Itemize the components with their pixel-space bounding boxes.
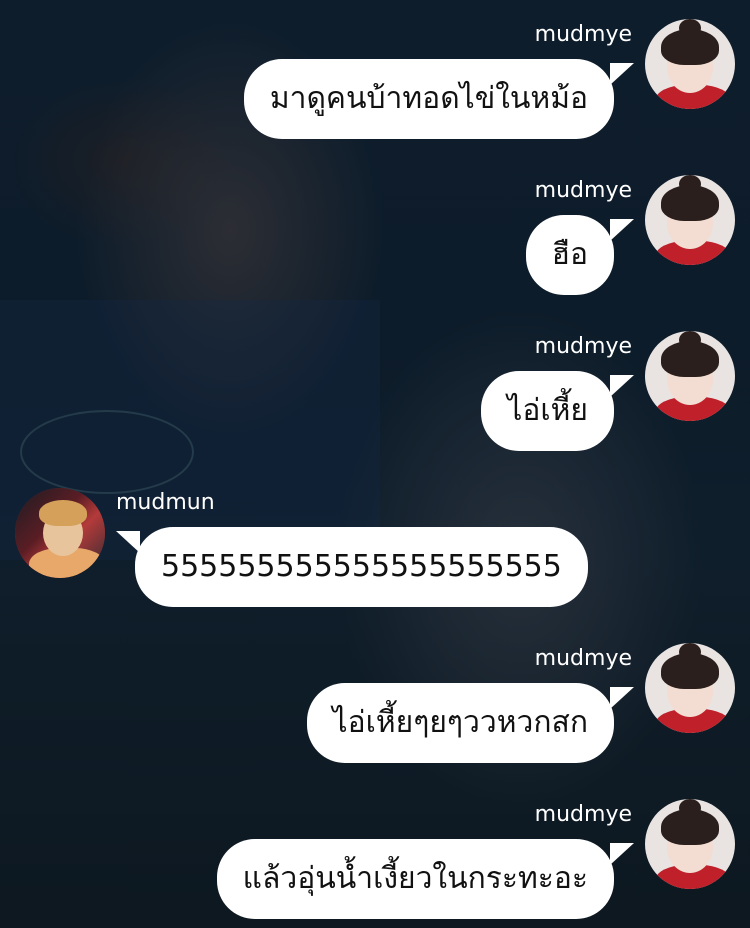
avatar[interactable]: [15, 488, 105, 578]
bubble-tail: [610, 63, 634, 85]
sender-name: mudmun: [116, 490, 215, 515]
sender-name: mudmye: [534, 178, 632, 203]
background-photo: [0, 0, 750, 928]
avatar[interactable]: [645, 19, 735, 109]
message-bubble[interactable]: มาดูคนบ้าทอดไข่ในหม้อ: [243, 59, 614, 139]
sender-name: mudmye: [534, 802, 632, 827]
bubble-tail: [610, 843, 634, 865]
sender-name: mudmye: [534, 334, 632, 359]
bubble-tail: [610, 375, 634, 397]
sender-name: mudmye: [534, 646, 632, 671]
message-bubble[interactable]: ไอ่เหี้ย: [481, 371, 614, 451]
message-bubble[interactable]: ไอ่เหี้ยๆยๆววหวกสก: [306, 683, 614, 763]
avatar[interactable]: [645, 799, 735, 889]
background-glass: [20, 410, 194, 494]
avatar[interactable]: [645, 331, 735, 421]
message-bubble[interactable]: ฮือ: [525, 215, 614, 295]
message-bubble[interactable]: แล้วอุ่นน้ำเงี้ยวในกระทะอะ: [216, 839, 614, 919]
avatar[interactable]: [645, 643, 735, 733]
bubble-tail: [610, 219, 634, 241]
bubble-tail: [116, 531, 140, 553]
bubble-tail: [610, 687, 634, 709]
sender-name: mudmye: [534, 22, 632, 47]
message-bubble[interactable]: 555555555555555555555: [135, 527, 588, 607]
avatar[interactable]: [645, 175, 735, 265]
